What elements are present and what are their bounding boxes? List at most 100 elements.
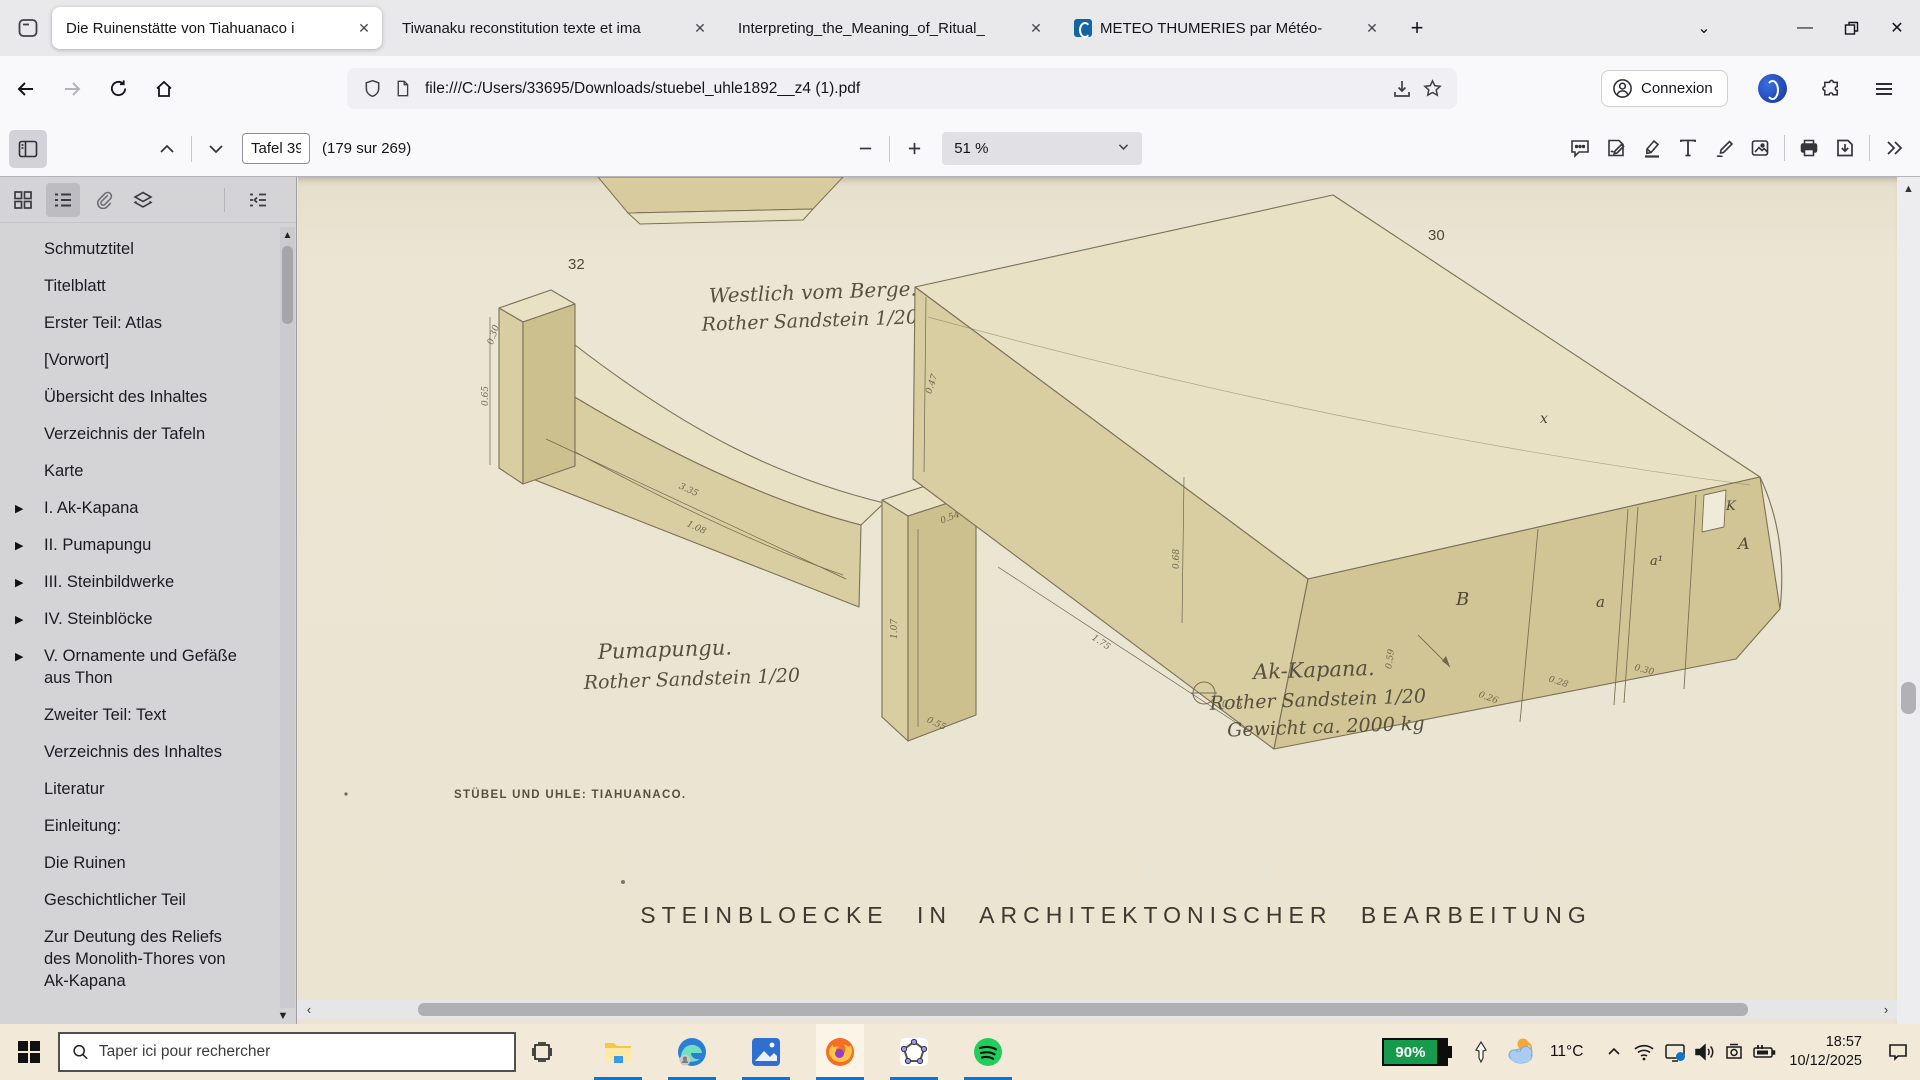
scroll-up-icon[interactable]: ▲ bbox=[280, 227, 295, 244]
outline-item[interactable]: Karte bbox=[0, 452, 281, 489]
outline-item[interactable]: Die Ruinen bbox=[0, 844, 281, 881]
taskbar-app-file-explorer[interactable] bbox=[594, 1024, 642, 1080]
outline-item[interactable]: Einleitung: bbox=[0, 807, 281, 844]
tray-chevron-up-icon[interactable] bbox=[1599, 1024, 1629, 1080]
print-icon[interactable] bbox=[1791, 130, 1827, 166]
expand-triangle-icon[interactable]: ▶ bbox=[15, 498, 23, 520]
reload-button[interactable] bbox=[98, 69, 138, 109]
download-icon[interactable] bbox=[1827, 130, 1863, 166]
outline-item[interactable]: Verzeichnis der Tafeln bbox=[0, 415, 281, 452]
outline-item[interactable]: Übersicht des Inhaltes bbox=[0, 378, 281, 415]
restore-button[interactable] bbox=[1828, 8, 1874, 48]
vertical-scrollbar[interactable]: ▲ bbox=[1897, 177, 1920, 1024]
page-number-input[interactable] bbox=[242, 133, 310, 164]
draw-icon[interactable] bbox=[1706, 130, 1742, 166]
taskbar-app-photos[interactable] bbox=[742, 1024, 790, 1080]
taskbar-clock[interactable]: 18:57 10/12/2025 bbox=[1789, 1033, 1862, 1071]
task-view-button[interactable] bbox=[516, 1024, 568, 1080]
expand-triangle-icon[interactable]: ▶ bbox=[15, 609, 23, 631]
url-bar[interactable]: file:///C:/Users/33695/Downloads/stuebel… bbox=[347, 68, 1457, 109]
signature-icon[interactable] bbox=[1598, 130, 1634, 166]
start-button[interactable] bbox=[0, 1024, 58, 1080]
outline-item[interactable]: Berichtigungen bbox=[0, 999, 281, 1008]
page-info-icon[interactable] bbox=[387, 74, 417, 104]
extension-icon-blue[interactable] bbox=[1758, 74, 1787, 103]
save-page-icon[interactable] bbox=[1387, 74, 1417, 104]
outline-item[interactable]: Titelblatt bbox=[0, 267, 281, 304]
scroll-up-icon[interactable]: ▲ bbox=[1897, 181, 1920, 197]
sidebar-scrollbar[interactable]: ▲ bbox=[280, 227, 295, 1008]
zoom-out-button[interactable] bbox=[847, 131, 883, 167]
attachments-icon[interactable] bbox=[86, 183, 120, 217]
wifi-icon[interactable] bbox=[1629, 1024, 1659, 1080]
expand-triangle-icon[interactable]: ▶ bbox=[15, 572, 23, 594]
speaker-icon[interactable] bbox=[1689, 1024, 1719, 1080]
outline-item[interactable]: ▶III. Steinbildwerke bbox=[0, 563, 281, 600]
outline-item[interactable]: ▶IV. Steinblöcke bbox=[0, 600, 281, 637]
list-all-tabs-button[interactable]: ⌄ bbox=[1686, 8, 1722, 48]
scroll-left-icon[interactable]: ‹ bbox=[298, 1000, 320, 1019]
outline-item[interactable]: [Vorwort] bbox=[0, 341, 281, 378]
add-image-icon[interactable] bbox=[1742, 130, 1778, 166]
next-page-button[interactable] bbox=[198, 131, 234, 167]
scrollbar-thumb[interactable] bbox=[418, 1003, 1748, 1016]
outline-item[interactable]: Erster Teil: Atlas bbox=[0, 304, 281, 341]
home-button[interactable] bbox=[144, 69, 184, 109]
minimize-button[interactable]: — bbox=[1782, 8, 1828, 48]
notification-center-icon[interactable] bbox=[1876, 1024, 1920, 1080]
outline-item[interactable]: Geschichtlicher Teil bbox=[0, 881, 281, 918]
weather-widget[interactable]: 11°C bbox=[1506, 1037, 1583, 1067]
close-window-button[interactable]: ✕ bbox=[1874, 8, 1920, 48]
outline-item[interactable]: Schmutztitel bbox=[0, 230, 281, 267]
extensions-icon[interactable] bbox=[1813, 72, 1849, 106]
thumbnails-view-icon[interactable] bbox=[6, 183, 40, 217]
tab-close-icon[interactable]: ✕ bbox=[1026, 18, 1046, 38]
expand-triangle-icon[interactable]: ▶ bbox=[15, 535, 23, 557]
layers-icon[interactable] bbox=[126, 183, 160, 217]
outline-item[interactable]: ▶II. Pumapungu bbox=[0, 526, 281, 563]
new-tab-button[interactable]: + bbox=[1400, 11, 1434, 45]
toggle-sidebar-button[interactable] bbox=[9, 130, 47, 168]
previous-page-button[interactable] bbox=[149, 131, 185, 167]
menu-hamburger-icon[interactable] bbox=[1866, 72, 1902, 106]
zoom-select[interactable]: 51 % bbox=[942, 132, 1142, 165]
outline-view-icon[interactable] bbox=[46, 183, 80, 217]
cast-sync-icon[interactable] bbox=[1659, 1024, 1689, 1080]
highlight-icon[interactable] bbox=[1634, 130, 1670, 166]
zoom-in-button[interactable] bbox=[896, 131, 932, 167]
device-camera-icon[interactable] bbox=[1719, 1024, 1749, 1080]
scrollbar-thumb[interactable] bbox=[1901, 682, 1916, 714]
taskbar-app-firefox[interactable] bbox=[816, 1024, 864, 1080]
outline-item[interactable]: Zweiter Teil: Text bbox=[0, 696, 281, 733]
taskbar-app-spotify[interactable] bbox=[964, 1024, 1012, 1080]
tab-2[interactable]: Tiwanaku reconstitution texte et ima ✕ bbox=[388, 7, 718, 49]
more-tools-icon[interactable] bbox=[1876, 130, 1912, 166]
taskbar-app-geogebra[interactable] bbox=[890, 1024, 938, 1080]
power-battery-icon[interactable] bbox=[1749, 1024, 1779, 1080]
taskbar-app-edge[interactable] bbox=[668, 1024, 716, 1080]
back-button[interactable] bbox=[6, 69, 46, 109]
outline-item[interactable]: Verzeichnis des Inhaltes bbox=[0, 733, 281, 770]
tab-close-icon[interactable]: ✕ bbox=[354, 18, 374, 38]
scroll-right-icon[interactable]: › bbox=[1875, 1000, 1897, 1019]
battery-widget[interactable]: 90% bbox=[1382, 1038, 1452, 1066]
tab-4[interactable]: METEO THUMERIES par Météo- ✕ bbox=[1060, 7, 1390, 49]
taskbar-search[interactable] bbox=[58, 1032, 516, 1072]
shield-icon[interactable] bbox=[357, 74, 387, 104]
add-text-icon[interactable] bbox=[1670, 130, 1706, 166]
firefox-view-icon[interactable] bbox=[10, 10, 46, 46]
horizontal-scrollbar[interactable]: ‹ › bbox=[298, 1000, 1897, 1019]
outline-item[interactable]: ▶I. Ak-Kapana bbox=[0, 489, 281, 526]
forward-button[interactable] bbox=[52, 69, 92, 109]
scrollbar-thumb[interactable] bbox=[282, 246, 293, 324]
outline-item[interactable]: Literatur bbox=[0, 770, 281, 807]
tab-1[interactable]: Die Ruinenstätte von Tiahuanaco i ✕ bbox=[52, 7, 382, 49]
outline-item[interactable]: Zur Deutung des Reliefs des Monolith-Tho… bbox=[0, 918, 281, 999]
sidebar-scroll-down-icon[interactable]: ▼ bbox=[272, 1008, 294, 1023]
tab-close-icon[interactable]: ✕ bbox=[690, 18, 710, 38]
bookmark-star-icon[interactable] bbox=[1417, 74, 1447, 104]
tab-3[interactable]: Interpreting_the_Meaning_of_Ritual_ ✕ bbox=[724, 7, 1054, 49]
outline-item[interactable]: ▶V. Ornamente und Gefäße aus Thon bbox=[0, 637, 281, 696]
current-outline-item-icon[interactable] bbox=[241, 183, 275, 217]
annotation-comment-icon[interactable] bbox=[1562, 130, 1598, 166]
